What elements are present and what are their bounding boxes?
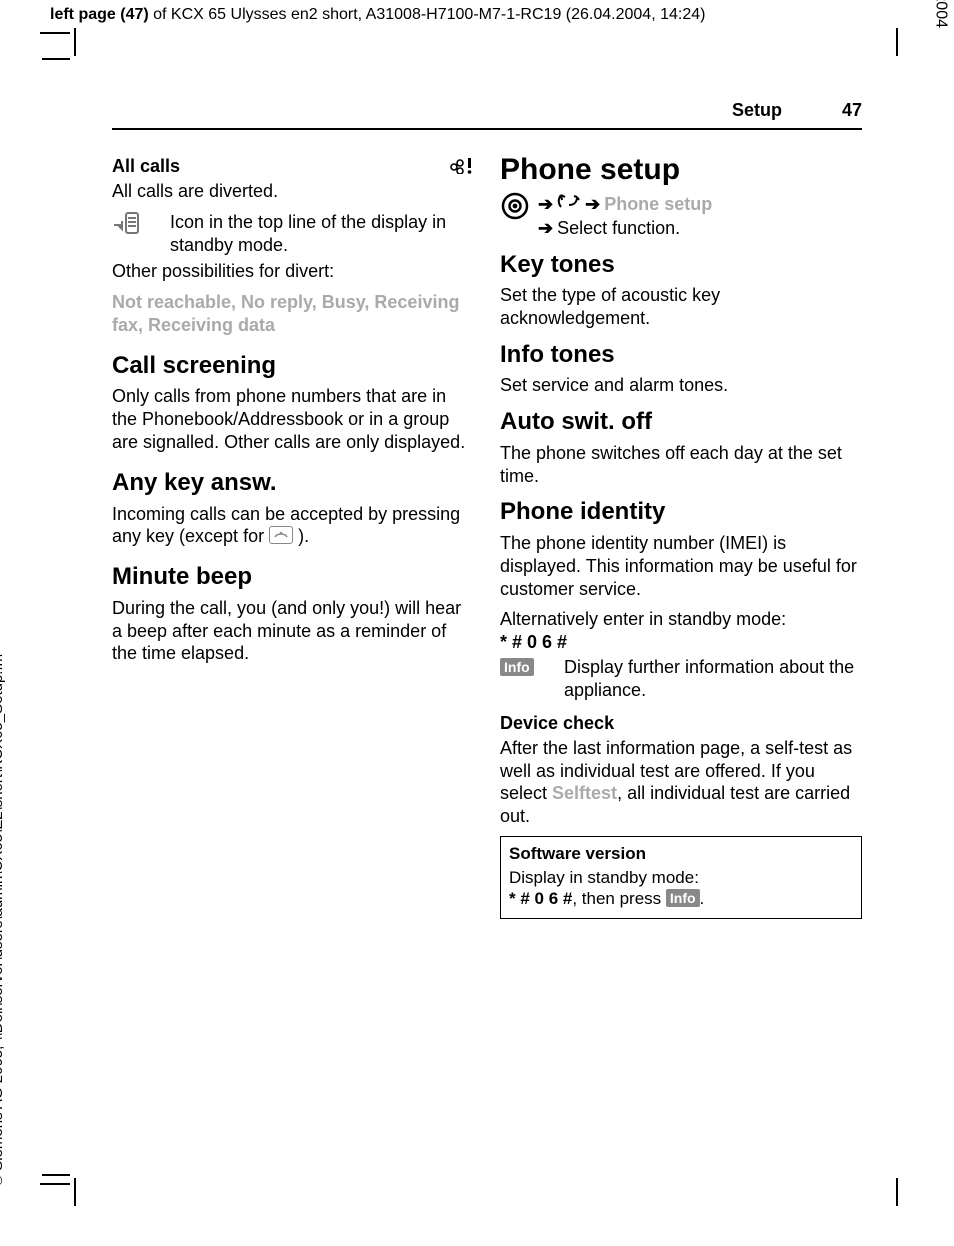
call-screening-title: Call screening — [112, 351, 474, 381]
nav-row-1: ➔ ➔ Phone setup — [538, 191, 712, 217]
sv-line2: * # 0 6 #, then press Info. — [509, 888, 853, 910]
phone-identity-body: The phone identity number (IMEI) is disp… — [500, 532, 862, 601]
nav-select-function: Select function. — [557, 217, 680, 240]
right-column: Phone setup ➔ — [500, 155, 862, 919]
sv-code: * # 0 6 # — [509, 889, 572, 908]
key-tones-body: Set the type of acoustic key acknowledge… — [500, 284, 862, 330]
info-badge: Info — [500, 658, 534, 676]
center-key-icon — [500, 191, 530, 227]
any-key-body: Incoming calls can be accepted by pressi… — [112, 503, 474, 549]
info-tones-title: Info tones — [500, 340, 862, 370]
crop-mark-top-right — [882, 32, 884, 50]
crop-tick-h — [42, 58, 70, 60]
arrow-icon: ➔ — [585, 193, 600, 216]
header-section-title: Setup — [732, 100, 782, 121]
device-check-body: After the last information page, a self-… — [500, 737, 862, 828]
crop-tick-h-bl — [42, 1174, 70, 1176]
info-row: Info Display further information about t… — [500, 656, 862, 702]
footer-path: © Siemens AG 2003, \\Dell\server\users\a… — [0, 654, 6, 1186]
header-rule — [112, 128, 862, 130]
info-text: Display further information about the ap… — [564, 656, 862, 702]
source-line-bold: left page (47) — [50, 6, 149, 23]
arrow-icon: ➔ — [538, 217, 553, 240]
end-call-key-icon — [269, 526, 293, 544]
phone-identity-title: Phone identity — [500, 497, 862, 527]
left-column: All calls All calls are diverted. — [112, 155, 474, 919]
any-key-title: Any key answ. — [112, 468, 474, 498]
nav-path: ➔ ➔ Phone setup ➔ Selec — [500, 191, 862, 240]
imei-code: * # 0 6 # — [500, 631, 862, 654]
header-page-number: 47 — [842, 100, 862, 121]
setup-glyph-icon — [557, 191, 581, 217]
divert-icon-text: Icon in the top line of the display in s… — [170, 211, 474, 257]
sim-dependent-icon — [448, 156, 474, 180]
running-header: Setup 47 — [475, 100, 862, 121]
crop-mark-bottom-right — [882, 1172, 884, 1190]
phone-setup-title: Phone setup — [500, 155, 862, 185]
auto-off-body: The phone switches off each day at the s… — [500, 442, 862, 488]
crop-tick-v-br — [896, 1178, 898, 1206]
source-line: left page (47) of KCX 65 Ulysses en2 sho… — [50, 6, 924, 24]
nav-phone-setup-label: Phone setup — [604, 193, 712, 216]
call-screening-body: Only calls from phone numbers that are i… — [112, 385, 474, 454]
software-version-box: Software version Display in standby mode… — [500, 836, 862, 919]
crop-tick-v — [74, 28, 76, 56]
divert-icon-row: Icon in the top line of the display in s… — [112, 211, 474, 257]
source-line-rest: of KCX 65 Ulysses en2 short, A31008-H710… — [149, 6, 706, 23]
auto-off-title: Auto swit. off — [500, 407, 862, 437]
info-badge: Info — [666, 889, 700, 907]
any-key-post: ). — [298, 526, 309, 546]
sv-period: . — [700, 889, 705, 908]
all-calls-title: All calls — [112, 155, 180, 178]
divert-options-list: Not reachable, No reply, Busy, Receiving… — [112, 291, 474, 337]
minute-beep-title: Minute beep — [112, 562, 474, 592]
info-tones-body: Set service and alarm tones. — [500, 374, 862, 397]
sv-line1: Display in standby mode: — [509, 867, 853, 889]
page: left page (47) of KCX 65 Ulysses en2 sho… — [0, 0, 954, 1246]
all-calls-body: All calls are diverted. — [112, 180, 474, 203]
sv-then-press: , then press — [572, 889, 666, 908]
info-badge-cell: Info — [500, 656, 544, 679]
alt-enter-line: Alternatively enter in standby mode: — [500, 608, 862, 631]
nav-stack: ➔ ➔ Phone setup ➔ Selec — [538, 191, 712, 240]
minute-beep-body: During the call, you (and only you!) wil… — [112, 597, 474, 666]
nav-row-2: ➔ Select function. — [538, 217, 712, 240]
other-possibilities-label: Other possibilities for divert: — [112, 260, 474, 283]
var-language-note: VAR Language: English; VAR issue date: 0… — [932, 0, 950, 28]
all-calls-header: All calls — [112, 155, 474, 180]
sv-title: Software version — [509, 843, 853, 865]
arrow-icon: ➔ — [538, 193, 553, 216]
device-check-title: Device check — [500, 712, 862, 735]
crop-tick-v-right — [896, 28, 898, 56]
content-columns: All calls All calls are diverted. — [112, 155, 862, 919]
divert-standby-icon — [112, 211, 146, 243]
key-tones-title: Key tones — [500, 250, 862, 280]
crop-tick-v-bl — [74, 1178, 76, 1206]
selftest-label: Selftest — [552, 783, 617, 803]
